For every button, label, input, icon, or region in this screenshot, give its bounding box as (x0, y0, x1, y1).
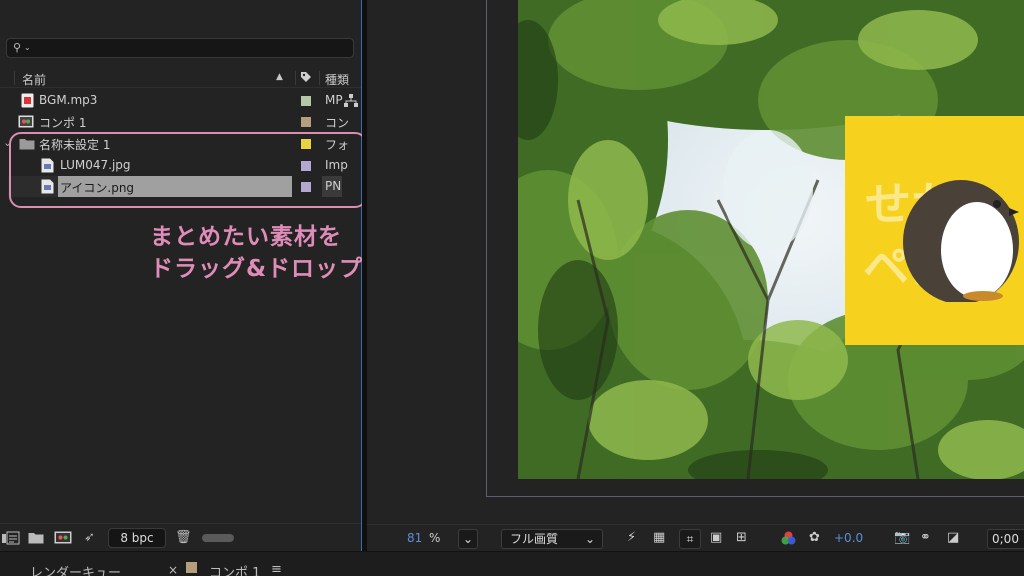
resolution-dropdown[interactable]: フル画質 ⌄ (501, 529, 603, 549)
annotation-line-1: まとめたい素材を (150, 224, 342, 250)
audio-file-icon (21, 93, 34, 108)
chevron-down-icon: ⌄ (24, 43, 31, 52)
resolution-label: フル画質 (510, 532, 559, 546)
column-divider (319, 71, 320, 85)
item-name: BGM.mp3 (39, 93, 98, 107)
new-composition-icon[interactable] (54, 530, 72, 545)
zoom-value[interactable]: 81 (407, 531, 422, 545)
label-swatch[interactable] (301, 117, 311, 127)
bit-depth-button[interactable]: 8 bpc (108, 528, 166, 548)
show-snapshot-icon[interactable]: ⚭ (920, 530, 931, 545)
column-type-header[interactable]: 種類 (325, 71, 349, 88)
sort-arrow-icon[interactable]: ▲ (276, 72, 283, 82)
bottom-panel-tabs: レンダーキュー × コンポ 1 ≡ (0, 551, 1024, 576)
search-input[interactable]: ⚲ ⌄ (6, 38, 354, 58)
new-folder-icon[interactable] (28, 531, 44, 544)
penguin-icon (903, 180, 1019, 302)
column-divider (14, 71, 15, 85)
tab-composition[interactable]: コンポ 1 (209, 562, 260, 576)
label-tag-icon[interactable] (300, 71, 312, 83)
chevron-down-icon: ⌄ (462, 532, 474, 546)
exposure-value[interactable]: +0.0 (834, 531, 863, 545)
tab-label-swatch (186, 562, 197, 573)
mask-path-visibility-button[interactable]: ⌗ (679, 529, 701, 549)
color-channels-icon[interactable] (781, 531, 796, 546)
tab-render-queue[interactable]: レンダーキュー (30, 562, 121, 576)
composition-canvas[interactable]: せか ペン (518, 0, 1024, 479)
snapshot-camera-icon[interactable]: 📷 (894, 530, 910, 545)
region-of-interest-icon[interactable]: ▣ (710, 530, 722, 545)
rocket-icon[interactable]: ➶ (84, 530, 95, 545)
annotation-line-2: ドラッグ&ドロップ (150, 256, 364, 282)
chevron-down-icon: ⌄ (584, 532, 595, 546)
zoom-unit: % (429, 531, 441, 545)
thumbnail-size-slider[interactable] (202, 534, 234, 542)
mask-icon: ⌗ (686, 532, 694, 546)
reset-exposure-icon[interactable]: ✿ (809, 530, 820, 545)
column-header: 名前 ▲ 種類 (0, 68, 361, 88)
label-swatch[interactable] (301, 96, 311, 106)
close-icon[interactable]: × (168, 563, 178, 576)
toggle-3d-view-icon[interactable]: ◪ (947, 530, 959, 545)
project-bottom-bar: ➶ 8 bpc 🗑 (0, 523, 361, 551)
item-type: コン (325, 116, 350, 130)
annotation-highlight-box (9, 132, 367, 208)
penguin-icon-layer[interactable]: せか ペン (845, 116, 1024, 345)
project-item-row[interactable]: BGM.mp3 MP (0, 90, 361, 111)
interpret-footage-icon[interactable] (2, 531, 20, 545)
zoom-dropdown-button[interactable]: ⌄ (458, 529, 478, 549)
search-icon: ⚲ (13, 41, 22, 54)
composition-icon (18, 115, 34, 128)
current-time-field[interactable]: 0;00 (987, 529, 1024, 549)
trash-icon[interactable]: 🗑 (175, 530, 192, 545)
project-item-row[interactable]: コンポ 1 コン (0, 111, 361, 132)
column-divider (295, 71, 296, 85)
panel-menu-icon[interactable]: ≡ (271, 562, 282, 576)
fast-previews-icon[interactable]: ⚡ (627, 530, 636, 545)
network-icon (344, 94, 358, 107)
transparency-grid-icon[interactable]: ▦ (653, 530, 665, 545)
grid-guides-icon[interactable]: ⊞ (736, 530, 747, 545)
viewer-toolbar: 81 % ⌄ フル画質 ⌄ ⚡ ▦ ⌗ ▣ ⊞ ✿ +0.0 📷 ⚭ ◪ 0;0… (367, 524, 1024, 551)
item-name: コンポ 1 (39, 116, 87, 130)
column-name-header[interactable]: 名前 (22, 71, 46, 88)
